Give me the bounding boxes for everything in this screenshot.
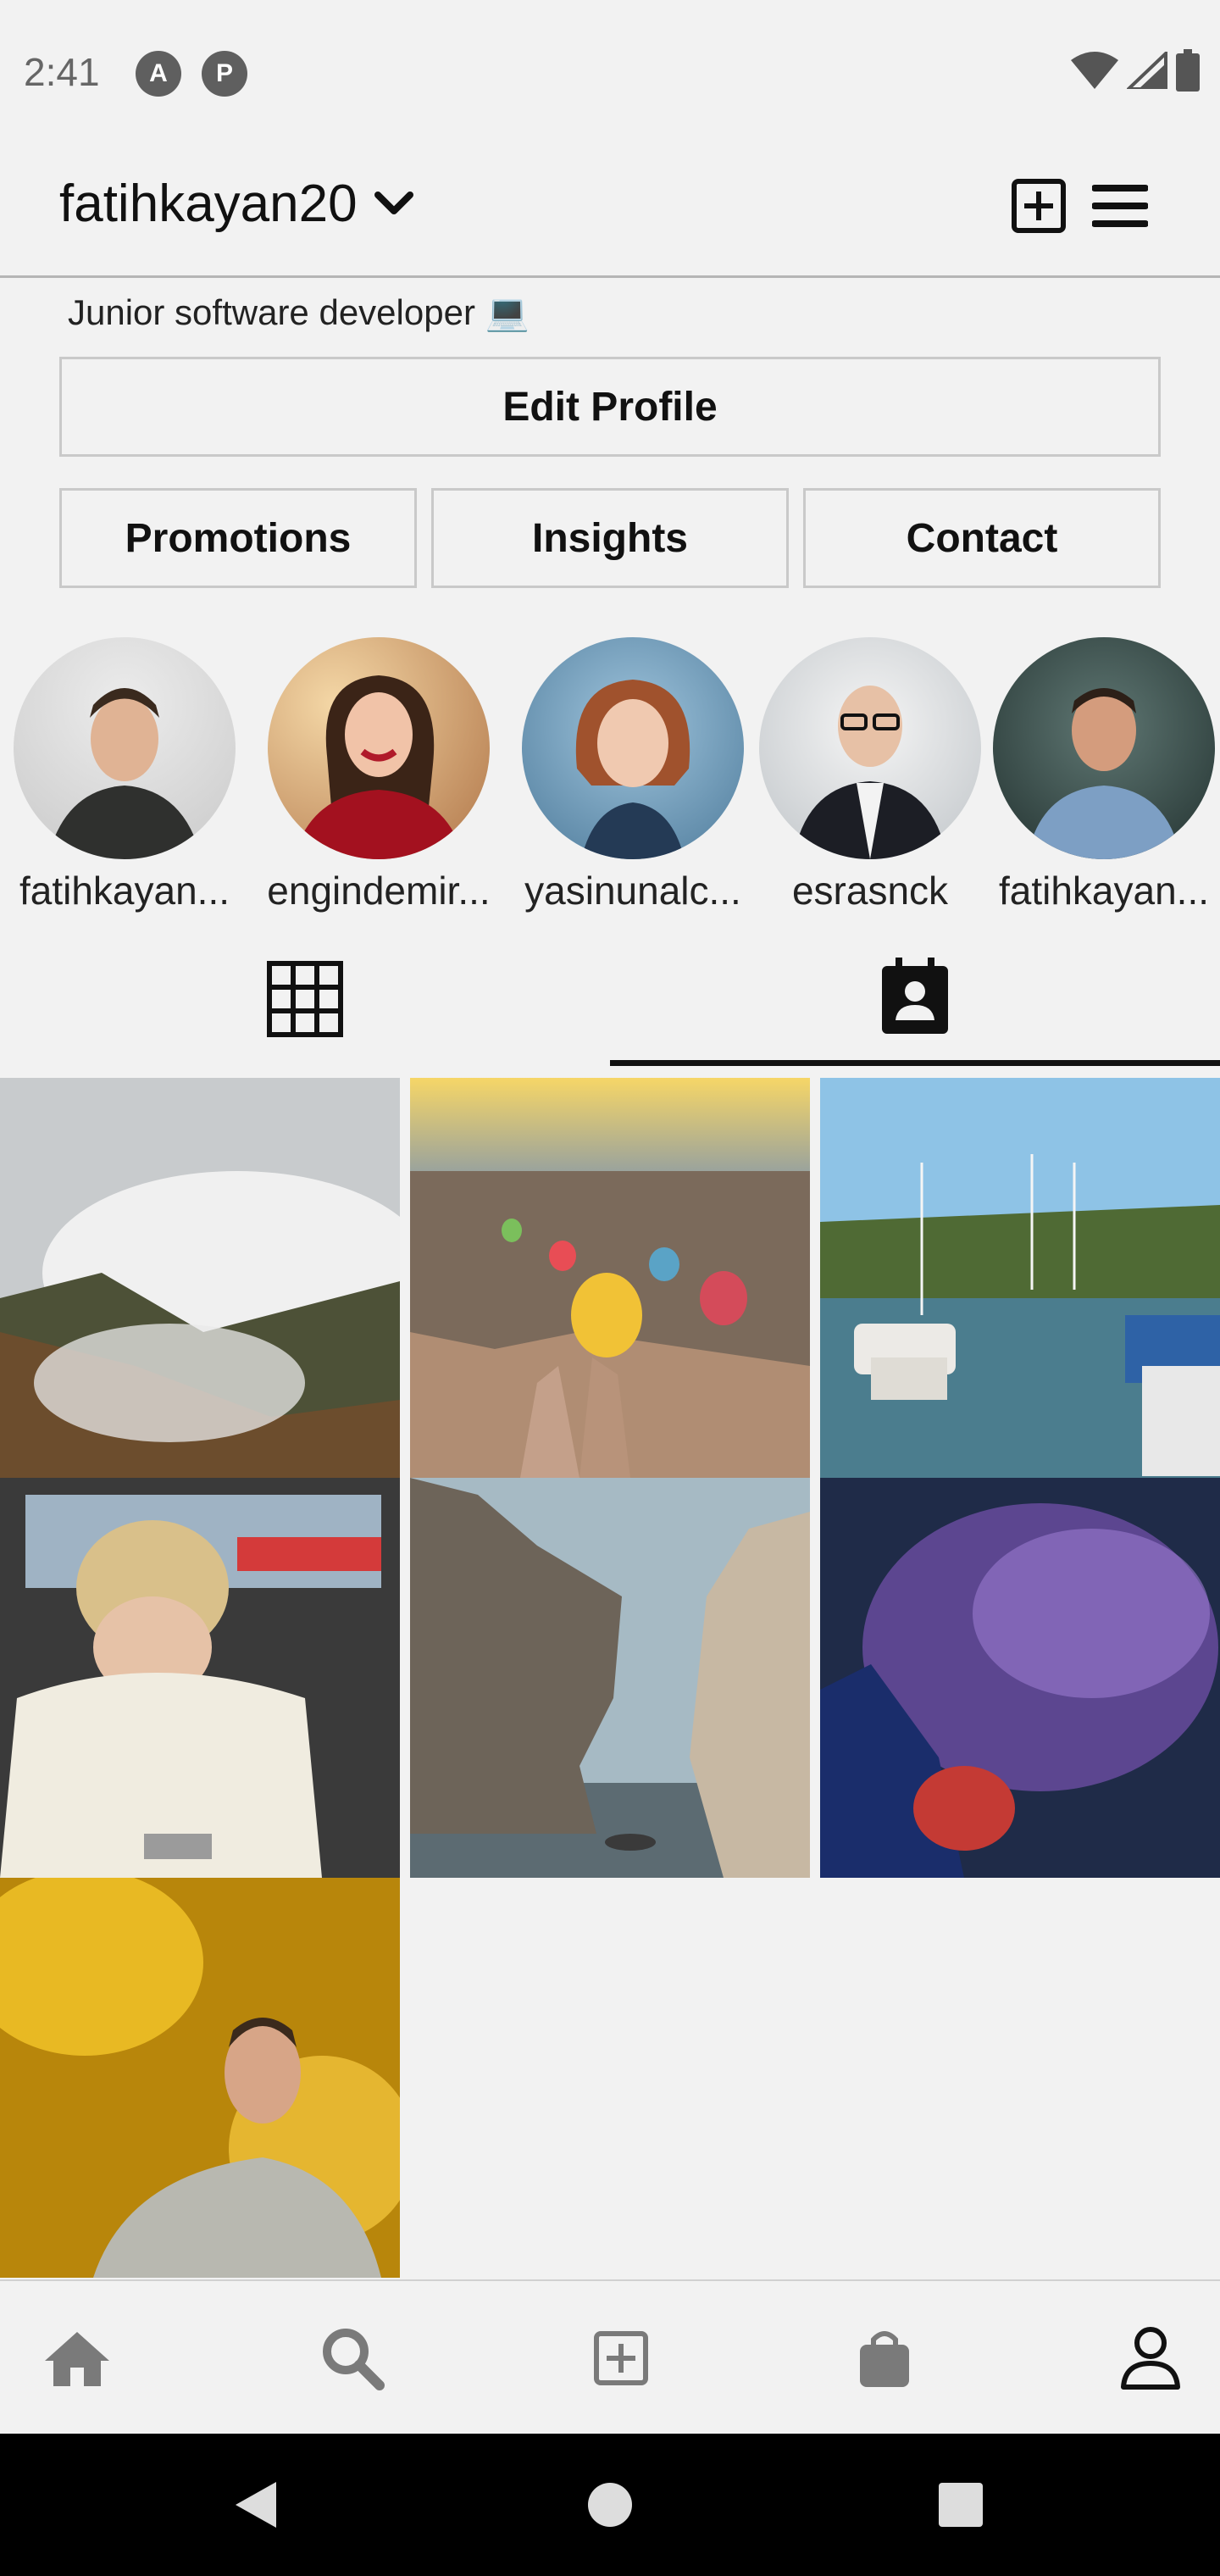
home-icon (45, 2332, 109, 2386)
story-item[interactable]: esrasnck (756, 637, 984, 917)
bottom-navigation (0, 2279, 1220, 2434)
back-button[interactable] (222, 2471, 290, 2539)
back-icon (236, 2482, 276, 2528)
shop-icon (860, 2331, 909, 2387)
chevron-down-icon[interactable] (373, 188, 415, 219)
post-thumbnail[interactable] (0, 1078, 400, 1478)
avatar (993, 637, 1215, 859)
story-name: fatihkayan... (998, 869, 1210, 913)
home-circle-icon (588, 2483, 632, 2527)
post-thumbnail[interactable] (0, 1878, 400, 2278)
story-item[interactable]: fatihkayan... (10, 637, 239, 917)
promotions-button[interactable]: Promotions (59, 488, 417, 588)
profile-header: fatihkayan20 (0, 144, 1220, 278)
battery-icon (1176, 49, 1200, 92)
post-thumbnail[interactable] (0, 1478, 400, 1878)
nav-home[interactable] (38, 2319, 116, 2397)
notification-app-icon: A (136, 51, 181, 97)
story-name: fatihkayan... (19, 869, 230, 913)
add-post-icon (594, 2331, 648, 2385)
avatar (522, 637, 744, 859)
tagged-contact-icon (882, 957, 948, 1034)
post-thumbnail[interactable] (410, 1478, 810, 1878)
profile-tabs (0, 932, 1220, 1066)
add-post-icon[interactable] (1011, 178, 1067, 234)
story-item[interactable]: yasinunalc... (518, 637, 747, 917)
search-icon (323, 2329, 385, 2390)
status-time: 2:41 (24, 50, 100, 94)
status-icons (1071, 49, 1200, 92)
nav-shop[interactable] (846, 2319, 923, 2397)
avatar (759, 637, 981, 859)
post-thumbnail[interactable] (820, 1078, 1220, 1478)
nav-profile[interactable] (1112, 2319, 1190, 2397)
profile-bio: Junior software developer 💻 (68, 292, 530, 332)
signal-icon (1127, 52, 1167, 89)
tab-posts-grid[interactable] (0, 932, 610, 1066)
menu-icon[interactable] (1092, 178, 1148, 234)
story-name: engindemir... (267, 869, 491, 913)
avatar (268, 637, 490, 859)
status-bar: 2:41 A P (0, 0, 1220, 144)
story-highlights: fatihkayan... engindemir... yasinunalc..… (0, 637, 1220, 917)
tab-tagged[interactable] (610, 932, 1220, 1066)
profile-icon (1121, 2327, 1180, 2390)
home-button[interactable] (576, 2471, 644, 2539)
story-name: esrasnck (791, 869, 949, 913)
system-navigation-bar (0, 2434, 1220, 2576)
recents-button[interactable] (927, 2471, 995, 2539)
username-title[interactable]: fatihkayan20 (59, 174, 358, 234)
story-name: yasinunalc... (524, 869, 741, 913)
grid-icon (267, 961, 343, 1037)
wifi-icon (1071, 52, 1118, 89)
story-item[interactable]: fatihkayan... (990, 637, 1218, 917)
post-thumbnail[interactable] (410, 1078, 810, 1478)
post-thumbnail[interactable] (820, 1478, 1220, 1878)
insights-button[interactable]: Insights (431, 488, 789, 588)
story-item[interactable]: engindemir... (264, 637, 493, 917)
nav-search[interactable] (313, 2319, 391, 2397)
avatar (14, 637, 236, 859)
notification-app-icon: P (202, 51, 247, 97)
contact-button[interactable]: Contact (803, 488, 1161, 588)
nav-add-post[interactable] (582, 2319, 660, 2397)
edit-profile-button[interactable]: Edit Profile (59, 357, 1161, 457)
recents-icon (939, 2483, 983, 2527)
